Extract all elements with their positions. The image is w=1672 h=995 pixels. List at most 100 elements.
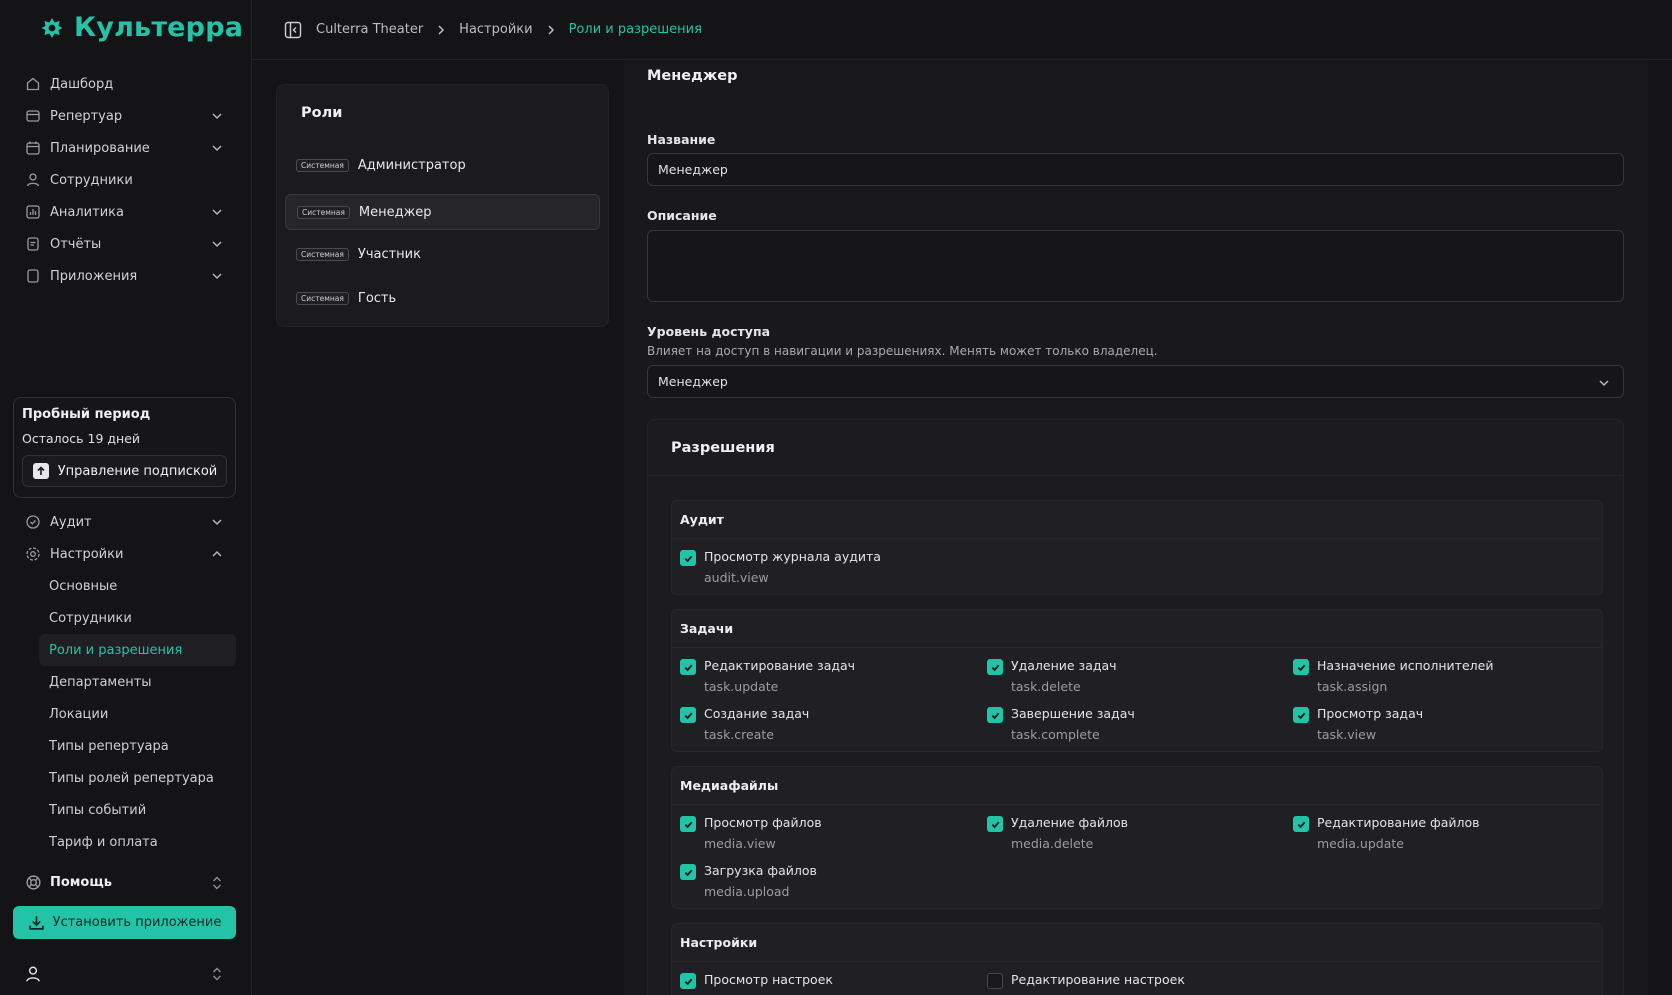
topbar: Culterra Theater Настройки Роли и разреш… xyxy=(252,0,1672,60)
settings-item-repertoire-role-types[interactable]: Типы ролей репертуара xyxy=(39,762,236,794)
roles-title: Роли xyxy=(301,105,343,121)
name-input[interactable]: Менеджер xyxy=(647,153,1624,186)
role-name: Администратор xyxy=(357,157,466,173)
chevron-down-icon xyxy=(210,109,224,123)
chevron-right-icon xyxy=(435,24,447,36)
sidebar-item-planning[interactable]: Планирование xyxy=(12,132,236,164)
checkbox-unchecked[interactable] xyxy=(987,973,1003,989)
sidebar-item-staff[interactable]: Сотрудники xyxy=(12,164,236,196)
brand-logo[interactable]: Культерра xyxy=(40,12,243,43)
trial-remaining: Осталось 19 дней xyxy=(22,431,141,446)
role-item-admin[interactable]: Системная Администратор xyxy=(285,147,600,183)
settings-item-locations[interactable]: Локации xyxy=(39,698,236,730)
role-name: Менеджер xyxy=(358,204,432,220)
sidebar-toggle-icon[interactable] xyxy=(284,21,302,39)
page-scrollbar[interactable] xyxy=(1656,60,1672,995)
settings-item-staff[interactable]: Сотрудники xyxy=(39,602,236,634)
sidebar-item-settings[interactable]: Настройки xyxy=(12,538,236,570)
sidebar-item-help[interactable]: Помощь xyxy=(12,866,236,898)
settings-item-departments[interactable]: Департаменты xyxy=(39,666,236,698)
permission-item[interactable]: Создание задач task.create xyxy=(680,706,809,742)
sidebar-item-reports[interactable]: Отчёты xyxy=(12,228,236,260)
permissions-card: Разрешения Аудит Просмотр журнала аудита… xyxy=(647,419,1624,995)
checkbox-checked[interactable] xyxy=(680,659,696,675)
permission-item[interactable]: Загрузка файлов media.upload xyxy=(680,863,817,899)
permission-key: task.assign xyxy=(1317,679,1388,694)
permission-item[interactable]: Просмотр настроекsettings.view xyxy=(680,972,833,995)
permission-name: Создание задач xyxy=(704,706,810,721)
checkbox-checked[interactable] xyxy=(987,707,1003,723)
sidebar-item-repertoire[interactable]: Репертуар xyxy=(12,100,236,132)
brand-name: Культерра xyxy=(74,12,244,43)
permission-name: Редактирование задач xyxy=(704,658,856,673)
checkbox-checked[interactable] xyxy=(1293,659,1309,675)
permission-key: task.create xyxy=(704,727,774,742)
breadcrumb-item[interactable]: Настройки xyxy=(459,22,532,37)
role-item-manager[interactable]: Системная Менеджер xyxy=(285,194,600,230)
permission-item[interactable]: Удаление задач task.delete xyxy=(987,658,1117,694)
sidebar-item-label: Аналитика xyxy=(50,204,124,220)
breadcrumb: Culterra Theater Настройки Роли и разреш… xyxy=(316,22,702,37)
settings-item-billing[interactable]: Тариф и оплата xyxy=(39,826,236,858)
permission-item[interactable]: Назначение исполнителей task.assign xyxy=(1293,658,1493,694)
permission-item[interactable]: Просмотр журнала аудита audit.view xyxy=(680,549,881,585)
sidebar-item-analytics[interactable]: Аналитика xyxy=(12,196,236,228)
permissions-title: Разрешения xyxy=(648,420,1623,476)
permission-item[interactable]: Редактирование файлов media.update xyxy=(1293,815,1480,851)
description-textarea[interactable] xyxy=(647,230,1624,302)
system-badge: Системная xyxy=(296,158,349,172)
permission-name: Назначение исполнителей xyxy=(1317,658,1494,673)
permission-item[interactable]: Просмотр файлов media.view xyxy=(680,815,822,851)
role-editor: Менеджер Название Менеджер Описание Уров… xyxy=(624,60,1648,995)
checkbox-checked[interactable] xyxy=(680,973,696,989)
settings-item-general[interactable]: Основные xyxy=(39,570,236,602)
role-item-guest[interactable]: Системная Гость xyxy=(285,280,600,316)
home-icon xyxy=(24,75,42,93)
role-item-member[interactable]: Системная Участник xyxy=(285,236,600,272)
chevron-down-icon xyxy=(210,237,224,251)
checkbox-checked[interactable] xyxy=(1293,816,1309,832)
download-icon xyxy=(28,914,45,931)
checkbox-checked[interactable] xyxy=(987,816,1003,832)
permission-item[interactable]: Редактирование задач task.update xyxy=(680,658,855,694)
permission-item[interactable]: Завершение задач task.complete xyxy=(987,706,1135,742)
checkbox-checked[interactable] xyxy=(680,550,696,566)
sidebar-item-label: Репертуар xyxy=(50,108,123,124)
group-title: Медиафайлы xyxy=(672,767,1602,805)
checkbox-checked[interactable] xyxy=(680,707,696,723)
description-label: Описание xyxy=(647,208,717,223)
apps-icon xyxy=(24,267,42,285)
checkbox-checked[interactable] xyxy=(680,816,696,832)
users-icon xyxy=(24,171,42,189)
sidebar-item-audit[interactable]: Аудит xyxy=(12,506,236,538)
checkbox-checked[interactable] xyxy=(680,864,696,880)
settings-item-repertoire-types[interactable]: Типы репертуара xyxy=(39,730,236,762)
permission-name: Просмотр настроек xyxy=(704,972,833,987)
install-app-button[interactable]: Установить приложение xyxy=(13,906,236,939)
breadcrumb-item[interactable]: Culterra Theater xyxy=(316,22,423,37)
permission-name: Завершение задач xyxy=(1011,706,1135,721)
permission-key: media.view xyxy=(704,836,776,851)
permission-name: Редактирование настроек xyxy=(1011,972,1185,987)
permission-item[interactable]: Просмотр задач task.view xyxy=(1293,706,1423,742)
upload-icon xyxy=(32,462,50,480)
user-menu[interactable] xyxy=(24,962,224,986)
access-level-label: Уровень доступа xyxy=(647,324,771,339)
access-level-select[interactable]: Менеджер xyxy=(647,365,1624,398)
sidebar-item-dashboard[interactable]: Дашборд xyxy=(12,68,236,100)
manage-subscription-button[interactable]: Управление подпиской xyxy=(22,455,227,487)
permission-group-media: Медиафайлы Просмотр файлов media.view Уда… xyxy=(671,766,1603,909)
checkbox-checked[interactable] xyxy=(1293,707,1309,723)
role-name: Участник xyxy=(357,246,421,262)
group-title: Настройки xyxy=(672,924,1602,962)
settings-item-event-types[interactable]: Типы событий xyxy=(39,794,236,826)
sidebar-item-apps[interactable]: Приложения xyxy=(12,260,236,292)
settings-item-roles[interactable]: Роли и разрешения xyxy=(39,634,236,666)
sidebar-item-label: Аудит xyxy=(50,514,92,530)
permission-item[interactable]: Редактирование настроекsettings.update xyxy=(987,972,1185,995)
checkbox-checked[interactable] xyxy=(987,659,1003,675)
permission-item[interactable]: Удаление файлов media.delete xyxy=(987,815,1128,851)
sidebar-item-label: Планирование xyxy=(50,140,150,156)
sidebar-item-label: Настройки xyxy=(50,546,124,562)
chevron-updown-icon xyxy=(210,966,224,982)
